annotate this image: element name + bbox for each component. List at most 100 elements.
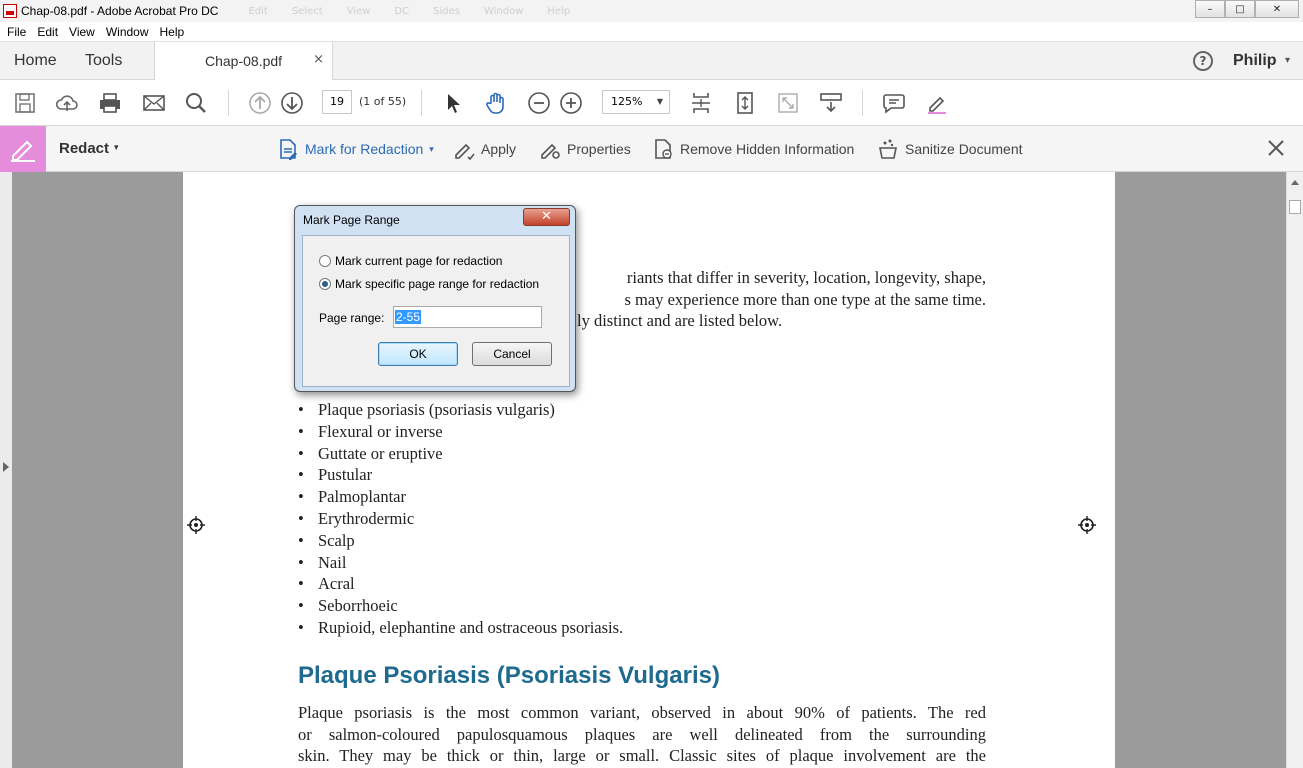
page-range-input[interactable]: 2-55: [393, 306, 542, 328]
user-account-name[interactable]: Philip: [1233, 52, 1277, 70]
acrobat-app-icon: [3, 4, 17, 18]
ghost-menu-item: Help: [547, 5, 571, 17]
expand-panel-icon[interactable]: [3, 462, 9, 472]
apply-label: Apply: [481, 141, 517, 157]
scroll-mode-icon[interactable]: [733, 91, 757, 115]
document-tab-label: Chap-08.pdf: [205, 53, 283, 69]
intro-line: riants that differ in severity, location…: [626, 268, 986, 287]
redact-tool-title[interactable]: Redact: [59, 140, 109, 157]
minimize-button[interactable]: –: [1195, 0, 1225, 18]
window-title-bar: Chap-08.pdf - Adobe Acrobat Pro DC Edit …: [0, 0, 1303, 22]
user-menu-caret-icon[interactable]: ▾: [1285, 55, 1290, 66]
select-pointer-icon[interactable]: [441, 91, 465, 115]
properties-label: Properties: [567, 141, 631, 157]
ghost-menu-item: View: [346, 5, 371, 17]
section-heading: Plaque Psoriasis (Psoriasis Vulgaris): [298, 662, 720, 689]
print-icon[interactable]: [98, 91, 122, 115]
list-item: Pustular: [298, 464, 623, 486]
page-number-input[interactable]: 19: [322, 90, 352, 114]
page-range-value: 2-55: [395, 310, 422, 324]
dialog-close-button[interactable]: ✕: [523, 208, 570, 226]
help-icon[interactable]: ?: [1193, 51, 1213, 71]
document-tab[interactable]: Chap-08.pdf ×: [154, 42, 333, 80]
redaction-properties-button[interactable]: Properties: [539, 137, 631, 161]
cancel-button[interactable]: Cancel: [472, 342, 552, 366]
list-item: Acral: [298, 573, 623, 595]
full-screen-icon[interactable]: [776, 91, 800, 115]
option-current-page[interactable]: Mark current page for redaction: [319, 254, 502, 268]
window-controls: – □ ✕: [1195, 0, 1299, 18]
left-panel-toggle[interactable]: [0, 172, 12, 768]
option-current-page-label: Mark current page for redaction: [335, 254, 503, 268]
list-item: Plaque psoriasis (psoriasis vulgaris): [298, 399, 623, 421]
comment-icon[interactable]: [882, 91, 906, 115]
search-icon[interactable]: [184, 91, 208, 115]
redact-toolbar: Redact ▾ Mark for Redaction ▾ Apply Prop…: [0, 126, 1303, 172]
zoom-level-value: 125%: [611, 95, 643, 108]
mark-for-redaction-button[interactable]: Mark for Redaction ▾: [277, 137, 434, 161]
list-item: Guttate or eruptive: [298, 443, 623, 465]
scrollbar-thumb[interactable]: [1289, 200, 1301, 214]
paragraph-line: skin. They may be thick or thin, large o…: [298, 746, 986, 766]
menu-file[interactable]: File: [7, 25, 26, 39]
menu-window[interactable]: Window: [106, 25, 149, 39]
apply-redactions-button[interactable]: Apply: [453, 137, 516, 161]
save-icon[interactable]: [13, 91, 37, 115]
dialog-title: Mark Page Range: [303, 213, 400, 227]
mark-page-range-dialog: Mark Page Range ✕ Mark current page for …: [294, 205, 576, 392]
zoom-out-icon[interactable]: [527, 91, 551, 115]
toolbar-separator: [421, 90, 422, 116]
psoriasis-types-list: Plaque psoriasis (psoriasis vulgaris) Fl…: [298, 399, 623, 639]
remove-hidden-icon: [655, 139, 672, 159]
menu-view[interactable]: View: [69, 25, 95, 39]
redact-pen-icon: [11, 140, 35, 162]
paragraph-line: or salmon-coloured papulosquamous plaque…: [298, 724, 986, 744]
tab-home[interactable]: Home: [14, 52, 57, 70]
highlight-icon[interactable]: [925, 91, 949, 115]
zoom-in-icon[interactable]: [559, 91, 583, 115]
upload-icon[interactable]: [55, 91, 79, 115]
maximize-button[interactable]: □: [1225, 0, 1255, 18]
radio-current-page[interactable]: [319, 255, 331, 267]
ok-button[interactable]: OK: [378, 342, 458, 366]
next-page-icon[interactable]: [280, 91, 304, 115]
dialog-body: Mark current page for redaction Mark spe…: [302, 235, 570, 387]
zoom-dropdown-caret-icon[interactable]: ▼: [657, 91, 663, 113]
prev-page-icon[interactable]: [248, 91, 272, 115]
read-mode-icon[interactable]: [819, 91, 843, 115]
zoom-level-select[interactable]: 125% ▼: [602, 90, 670, 114]
menu-edit[interactable]: Edit: [37, 25, 58, 39]
fit-page-icon[interactable]: [689, 91, 713, 115]
remove-hidden-label: Remove Hidden Information: [680, 141, 855, 157]
redact-title-caret-icon[interactable]: ▾: [114, 143, 119, 153]
option-page-range[interactable]: Mark specific page range for redaction: [319, 277, 539, 291]
email-icon[interactable]: [142, 91, 166, 115]
list-item: Palmoplantar: [298, 486, 623, 508]
document-tab-close-icon[interactable]: ×: [313, 52, 324, 67]
vertical-scrollbar[interactable]: [1286, 172, 1303, 768]
list-item: Seborrhoeic: [298, 595, 623, 617]
toolbar-separator: [862, 90, 863, 116]
list-item: Nail: [298, 552, 623, 574]
remove-hidden-information-button[interactable]: Remove Hidden Information: [652, 137, 854, 161]
ghost-menu: Edit Select View DC Sides Window Help: [248, 6, 570, 17]
sanitize-document-button[interactable]: Sanitize Document: [877, 137, 1023, 161]
menu-bar: File Edit View Window Help: [0, 22, 1303, 42]
scroll-up-icon[interactable]: [1291, 180, 1299, 185]
menu-help[interactable]: Help: [160, 25, 185, 39]
window-close-button[interactable]: ✕: [1255, 0, 1299, 18]
close-redact-tool-icon[interactable]: [1265, 137, 1287, 159]
hand-tool-icon[interactable]: [484, 91, 508, 115]
mark-for-redaction-caret-icon[interactable]: ▾: [429, 144, 434, 155]
mark-redaction-icon: [280, 139, 297, 160]
redact-tool-badge: [0, 126, 46, 172]
tab-bar: Home Tools Chap-08.pdf × ? Philip ▾: [0, 42, 1303, 80]
ghost-menu-item: Window: [483, 5, 524, 17]
tab-tools[interactable]: Tools: [85, 52, 122, 70]
ghost-menu-item: Select: [291, 5, 323, 17]
option-page-range-label: Mark specific page range for redaction: [335, 277, 540, 291]
page-count-label: (1 of 55): [359, 95, 407, 108]
radio-page-range[interactable]: [319, 278, 331, 290]
sanitize-icon: [879, 139, 897, 159]
window-title: Chap-08.pdf - Adobe Acrobat Pro DC: [21, 4, 219, 18]
